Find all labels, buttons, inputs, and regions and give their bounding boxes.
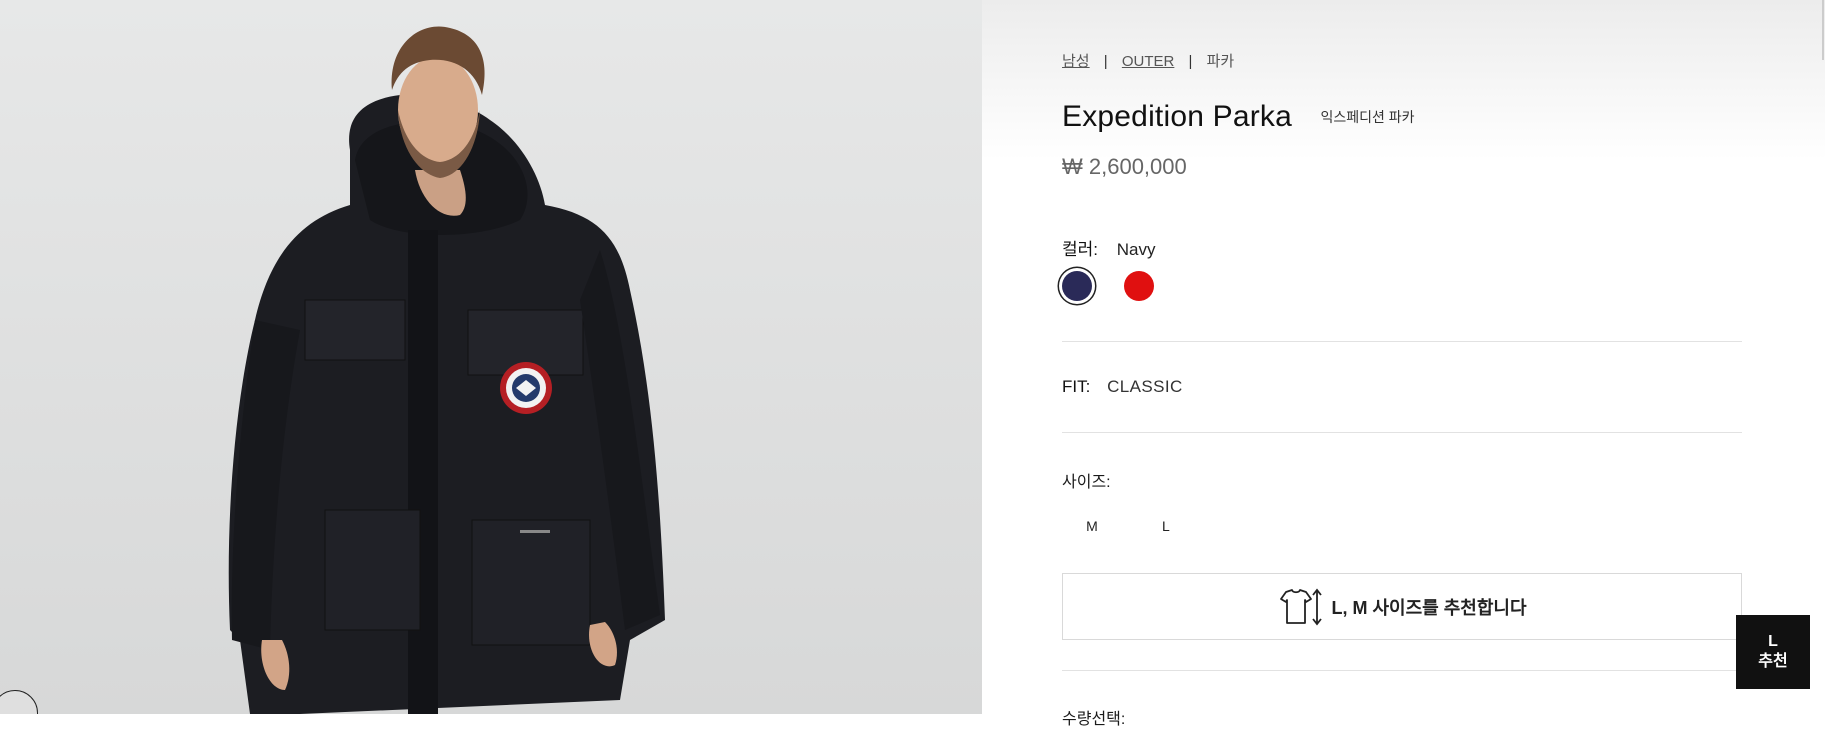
color-selector-header: 컬러: Navy bbox=[1062, 235, 1155, 260]
product-price: ₩ 2,600,000 bbox=[1062, 154, 1187, 179]
product-title-local: 익스페디션 파카 bbox=[1320, 109, 1415, 125]
breadcrumb-item-men[interactable]: 남성 bbox=[1062, 53, 1090, 70]
scrollbar[interactable] bbox=[1822, 0, 1824, 60]
size-label: 사이즈: bbox=[1062, 474, 1111, 491]
product-title-row: Expedition Parka 익스페디션 파카 bbox=[1062, 100, 1415, 134]
size-option-l[interactable]: L bbox=[1136, 518, 1196, 534]
divider bbox=[1062, 432, 1742, 433]
size-options: M L bbox=[1062, 518, 1196, 534]
fit-value: CLASSIC bbox=[1107, 377, 1183, 396]
selected-color-value: Navy bbox=[1116, 240, 1156, 259]
fit-info: FIT: CLASSIC bbox=[1062, 377, 1183, 397]
parka-illustration bbox=[228, 26, 665, 714]
color-label: 컬러: bbox=[1062, 240, 1099, 259]
size-recommendation-text: L, M 사이즈를 추천합니다 bbox=[1331, 597, 1527, 618]
breadcrumb-separator: | bbox=[1103, 53, 1108, 70]
product-image[interactable] bbox=[0, 0, 982, 714]
size-option-m[interactable]: M bbox=[1062, 518, 1122, 534]
color-swatches bbox=[1062, 271, 1182, 301]
divider bbox=[1062, 341, 1742, 342]
breadcrumb: 남성 | OUTER | 파카 bbox=[1062, 50, 1234, 71]
badge-label: 추천 bbox=[1758, 653, 1788, 670]
color-swatch-red[interactable] bbox=[1124, 271, 1155, 301]
product-title: Expedition Parka bbox=[1062, 100, 1293, 133]
breadcrumb-item-parka: 파카 bbox=[1206, 53, 1235, 70]
size-recommend-badge[interactable]: L 추천 bbox=[1736, 615, 1810, 689]
quantity-label: 수량선택: bbox=[1062, 711, 1126, 728]
divider bbox=[1062, 670, 1742, 671]
product-info-panel: 남성 | OUTER | 파카 Expedition Parka 익스페디션 파… bbox=[982, 0, 1825, 728]
breadcrumb-item-outer[interactable]: OUTER bbox=[1122, 53, 1175, 70]
breadcrumb-separator: | bbox=[1188, 53, 1193, 70]
fit-label: FIT: bbox=[1062, 377, 1091, 396]
tshirt-size-icon bbox=[1280, 588, 1323, 625]
size-recommendation[interactable]: L, M 사이즈를 추천합니다 bbox=[1062, 573, 1742, 640]
color-swatch-navy[interactable] bbox=[1062, 271, 1092, 301]
badge-size: L bbox=[1768, 633, 1778, 650]
